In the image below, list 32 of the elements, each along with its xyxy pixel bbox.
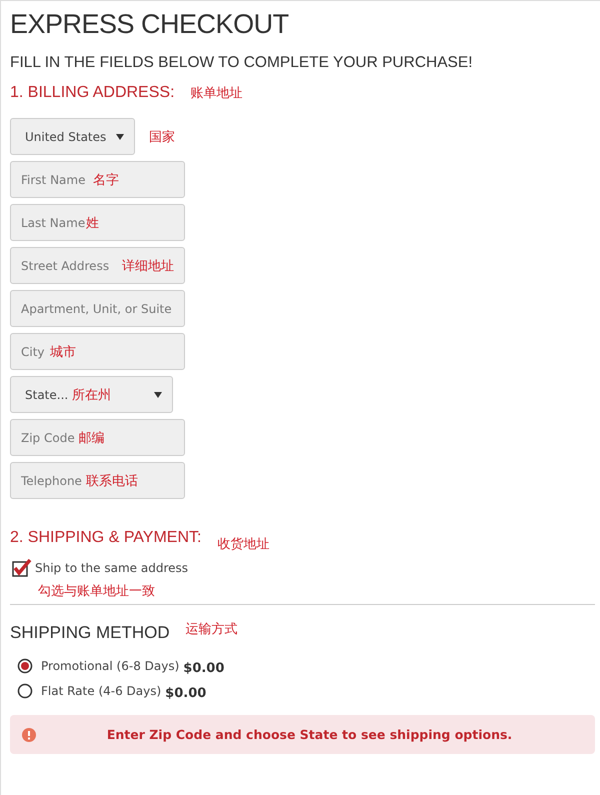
annotation-text: 名字 — [93, 172, 119, 188]
annotation-text: 勾选与账单地址一致 — [38, 584, 155, 599]
annotation-text: 邮编 — [78, 430, 105, 446]
annotation-text: 国家 — [149, 128, 175, 146]
page-title: EXPRESS CHECKOUT — [10, 9, 290, 40]
checkbox[interactable] — [12, 559, 32, 577]
annotation-text: 收货地址 — [217, 536, 270, 553]
checkbox-label: Ship to the same address — [35, 561, 188, 575]
radio-button[interactable] — [17, 658, 33, 674]
caret-icon — [116, 134, 124, 140]
annotation-text: 联系电话 — [86, 472, 138, 490]
annotation-text: 姓 — [86, 214, 99, 232]
section-heading: 1. BILLING ADDRESS: — [10, 84, 175, 102]
annotation-text: 详细地址 — [122, 258, 174, 274]
alert-icon — [22, 728, 36, 742]
annotation-text: 运输方式 — [186, 621, 238, 638]
annotation-text: 城市 — [50, 344, 76, 360]
caret-icon — [154, 392, 162, 398]
annotation-text: 账单地址 — [190, 85, 243, 102]
radio-button[interactable] — [17, 682, 33, 698]
option-price: $0.00 — [165, 686, 206, 701]
annotation-text: 所在州 — [72, 386, 112, 404]
option-label: Promotional (6-8 Days) — [41, 658, 180, 672]
subtitle: FILL IN THE FIELDS BELOW TO COMPLETE YOUR PURCHASE! — [10, 54, 474, 72]
section-heading: 2. SHIPPING & PAYMENT: — [10, 529, 202, 547]
dropdown[interactable]: State... 所在州 — [10, 376, 173, 413]
section-heading: SHIPPING METHOD — [10, 623, 170, 643]
input-field[interactable]: Apartment, Unit, or Suite — [10, 290, 185, 327]
alert-text: Enter Zip Code and choose State to see shipping options. — [106, 727, 514, 742]
option-price: $0.00 — [183, 661, 224, 676]
option-label: Flat Rate (4-6 Days) — [41, 684, 162, 698]
dropdown[interactable]: United States — [10, 118, 135, 155]
